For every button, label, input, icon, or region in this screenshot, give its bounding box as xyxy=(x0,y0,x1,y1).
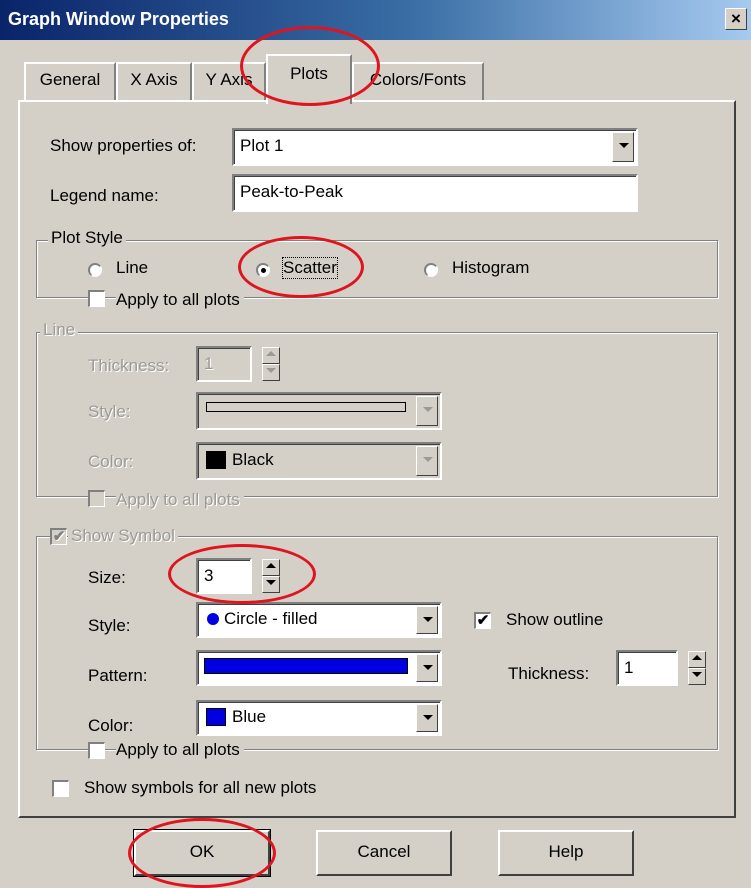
symbol-color-label: Color: xyxy=(88,716,134,735)
cancel-button[interactable]: Cancel xyxy=(316,830,452,876)
radio-line-label[interactable]: Line xyxy=(116,258,148,278)
symbol-color-value: Blue xyxy=(232,707,267,726)
show-outline-label[interactable]: Show outline xyxy=(506,610,603,630)
chevron-down-icon[interactable] xyxy=(416,396,438,426)
show-symbol-checkbox[interactable]: ✔ xyxy=(50,528,67,545)
close-icon: × xyxy=(731,9,741,28)
symbol-thickness-input[interactable]: 1 xyxy=(616,650,678,686)
line-style-select[interactable] xyxy=(196,392,442,430)
plot-style-apply-all-checkbox[interactable] xyxy=(88,290,105,307)
legend-name-input[interactable]: Peak-to-Peak xyxy=(232,174,638,212)
tab-general[interactable]: General xyxy=(24,62,116,100)
line-color-label: Color: xyxy=(88,452,134,471)
symbol-pattern-select[interactable] xyxy=(196,650,442,686)
window-title: Graph Window Properties xyxy=(8,9,229,29)
plot-style-title: Plot Style xyxy=(48,228,126,248)
tab-x-axis[interactable]: X Axis xyxy=(116,62,192,100)
symbol-style-value: Circle - filled xyxy=(224,609,318,628)
symbol-apply-all-label[interactable]: Apply to all plots xyxy=(116,740,244,760)
annotation-circle-scatter xyxy=(238,236,364,298)
pattern-preview xyxy=(204,658,408,674)
close-button[interactable]: × xyxy=(725,8,747,30)
chevron-down-icon[interactable] xyxy=(416,606,438,634)
legend-name-label: Legend name: xyxy=(50,186,159,205)
show-outline-checkbox[interactable]: ✔ xyxy=(474,612,491,629)
radio-line[interactable] xyxy=(88,263,102,277)
legend-name-value: Peak-to-Peak xyxy=(240,182,343,201)
show-properties-value: Plot 1 xyxy=(240,136,284,155)
show-properties-label: Show properties of: xyxy=(50,136,197,155)
chevron-down-icon[interactable] xyxy=(416,704,438,732)
help-button[interactable]: Help xyxy=(498,830,634,876)
show-symbol-label[interactable]: Show Symbol xyxy=(68,526,178,546)
symbol-thickness-spinner[interactable] xyxy=(688,651,706,685)
line-group-title: Line xyxy=(40,320,79,340)
line-thickness-value: 1 xyxy=(204,354,214,373)
annotation-circle-plots-tab xyxy=(240,26,380,106)
filled-circle-icon xyxy=(207,613,219,625)
symbol-color-select[interactable]: Blue xyxy=(196,700,442,736)
show-symbols-all-label[interactable]: Show symbols for all new plots xyxy=(84,778,316,798)
symbol-apply-all-checkbox[interactable] xyxy=(88,742,105,759)
radio-histogram[interactable] xyxy=(424,263,438,277)
spin-down-icon[interactable] xyxy=(262,364,280,381)
plot-style-apply-all-label[interactable]: Apply to all plots xyxy=(116,290,244,310)
line-apply-all-label[interactable]: Apply to all plots xyxy=(116,490,244,510)
chevron-down-icon[interactable] xyxy=(416,654,438,682)
spin-up-icon[interactable] xyxy=(262,347,280,364)
line-thickness-label: Thickness: xyxy=(88,356,170,375)
symbol-size-label: Size: xyxy=(88,568,126,587)
radio-histogram-label[interactable]: Histogram xyxy=(452,258,529,278)
symbol-thickness-label: Thickness: xyxy=(508,664,590,683)
dialog-window: Graph Window Properties × General X Axis… xyxy=(0,0,751,888)
line-apply-all-checkbox[interactable] xyxy=(88,490,105,507)
annotation-circle-ok xyxy=(128,818,276,888)
chevron-down-icon[interactable] xyxy=(612,132,634,162)
line-thickness-input[interactable]: 1 xyxy=(196,346,252,382)
show-properties-select[interactable]: Plot 1 xyxy=(232,128,638,166)
chevron-down-icon[interactable] xyxy=(416,446,438,476)
symbol-style-select[interactable]: Circle - filled xyxy=(196,602,442,638)
line-color-select[interactable]: Black xyxy=(196,442,442,480)
show-symbols-all-checkbox[interactable] xyxy=(52,780,69,797)
annotation-circle-size xyxy=(168,544,316,604)
line-style-preview xyxy=(206,402,406,412)
line-color-value: Black xyxy=(232,450,274,469)
symbol-pattern-label: Pattern: xyxy=(88,666,148,685)
line-thickness-spinner[interactable] xyxy=(262,347,280,381)
line-style-label: Style: xyxy=(88,402,131,421)
spin-down-icon[interactable] xyxy=(688,668,706,685)
blue-swatch xyxy=(206,708,226,726)
symbol-thickness-value: 1 xyxy=(624,658,634,677)
black-swatch xyxy=(206,451,226,469)
title-bar[interactable]: Graph Window Properties × xyxy=(0,0,751,40)
spin-up-icon[interactable] xyxy=(688,651,706,668)
symbol-style-label: Style: xyxy=(88,616,131,635)
